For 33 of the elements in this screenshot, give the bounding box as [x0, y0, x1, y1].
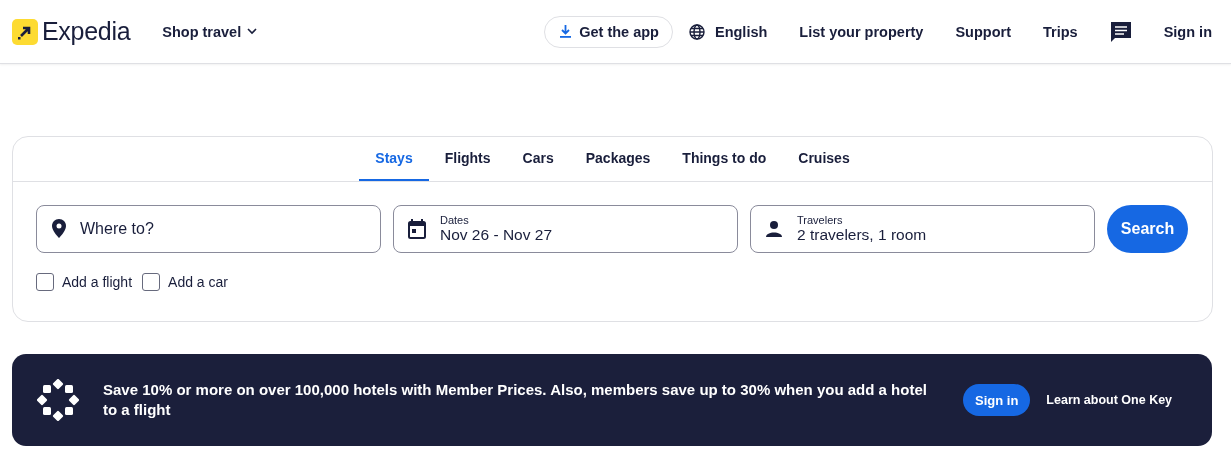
- checkbox[interactable]: [142, 273, 161, 291]
- nav-link[interactable]: List your property: [799, 23, 924, 40]
- message-icon[interactable]: [1109, 20, 1132, 43]
- location-pin-icon: [52, 219, 66, 238]
- tab[interactable]: Cruises: [782, 137, 866, 181]
- promo-text: Save 10% or more on over 100,000 hotels with Member Prices. Also, members save up to 30% when you add a hotel to a flight: [103, 380, 928, 420]
- tab[interactable]: Cars: [506, 137, 570, 181]
- shop-travel-menu[interactable]: Shop travel: [162, 23, 258, 40]
- download-icon: [560, 25, 572, 38]
- calendar-icon: [408, 219, 426, 239]
- travelers-field[interactable]: Travelers 2 travelers, 1 room: [750, 205, 1095, 253]
- chevron-down-icon: [247, 28, 258, 35]
- checkbox-label[interactable]: Add a car: [168, 274, 228, 290]
- tab[interactable]: Stays: [359, 137, 429, 181]
- nav-link[interactable]: Trips: [1043, 23, 1078, 40]
- tab[interactable]: Packages: [569, 137, 667, 181]
- checkbox[interactable]: [36, 273, 54, 291]
- tab[interactable]: Things to do: [666, 137, 783, 181]
- person-icon: [765, 221, 783, 237]
- learn-more-link[interactable]: Learn about One Key: [1046, 393, 1173, 407]
- search-button[interactable]: Search: [1107, 205, 1188, 253]
- globe-icon: [688, 23, 705, 40]
- destination-field[interactable]: Where to?: [36, 205, 381, 253]
- sign-in-button[interactable]: Sign in: [963, 384, 1031, 416]
- one-key-icon: [37, 379, 79, 421]
- language-button[interactable]: English: [688, 23, 768, 40]
- logo-icon[interactable]: [12, 18, 38, 45]
- tab[interactable]: Flights: [428, 137, 507, 181]
- checkbox-label[interactable]: Add a flight: [62, 274, 133, 290]
- dates-field[interactable]: Dates Nov 26 - Nov 27: [393, 205, 738, 253]
- nav-link[interactable]: Support: [955, 23, 1011, 40]
- logo-text[interactable]: Expedia: [42, 17, 131, 46]
- sign-in-link[interactable]: Sign in: [1163, 23, 1212, 40]
